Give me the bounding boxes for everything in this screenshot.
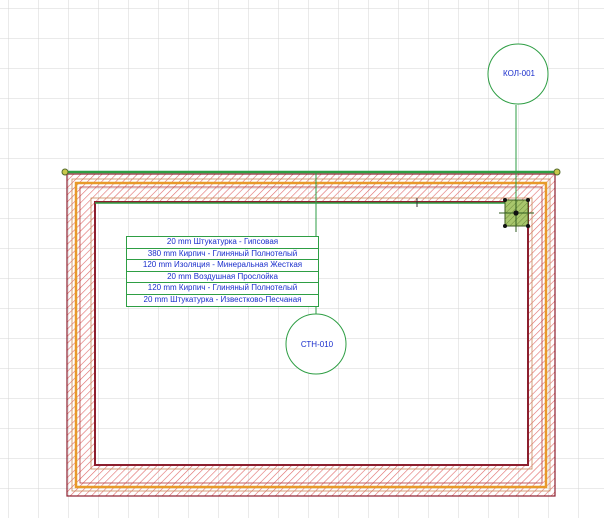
wall-layer-row: 380 mm Кирпич - Глиняный Полнотелый [127, 249, 318, 261]
wall-tag-label: СТН-010 [300, 340, 334, 349]
wall-layer-legend[interactable]: 20 mm Штукатурка - Гипсовая 380 mm Кирпи… [126, 236, 319, 307]
column-center-node[interactable] [513, 210, 519, 216]
reference-line-end-node[interactable] [553, 168, 561, 176]
wall-layer-row: 20 mm Штукатурка - Известково-Песчаная [127, 295, 318, 307]
column-tag-label: КОЛ-001 [503, 69, 535, 78]
wall-layer-row: 120 mm Изоляция - Минеральная Жесткая [127, 260, 318, 272]
wall-layer-row: 120 mm Кирпич - Глиняный Полнотелый [127, 283, 318, 295]
column-corner-node-tl[interactable] [503, 198, 507, 202]
column-corner-node-tr[interactable] [526, 198, 530, 202]
reference-line-start-node[interactable] [61, 168, 69, 176]
column-corner-node-bl[interactable] [503, 224, 507, 228]
column-corner-node-br[interactable] [526, 224, 530, 228]
wall-layer-row: 20 mm Воздушная Прослойка [127, 272, 318, 284]
wall-layer-row: 20 mm Штукатурка - Гипсовая [127, 237, 318, 249]
